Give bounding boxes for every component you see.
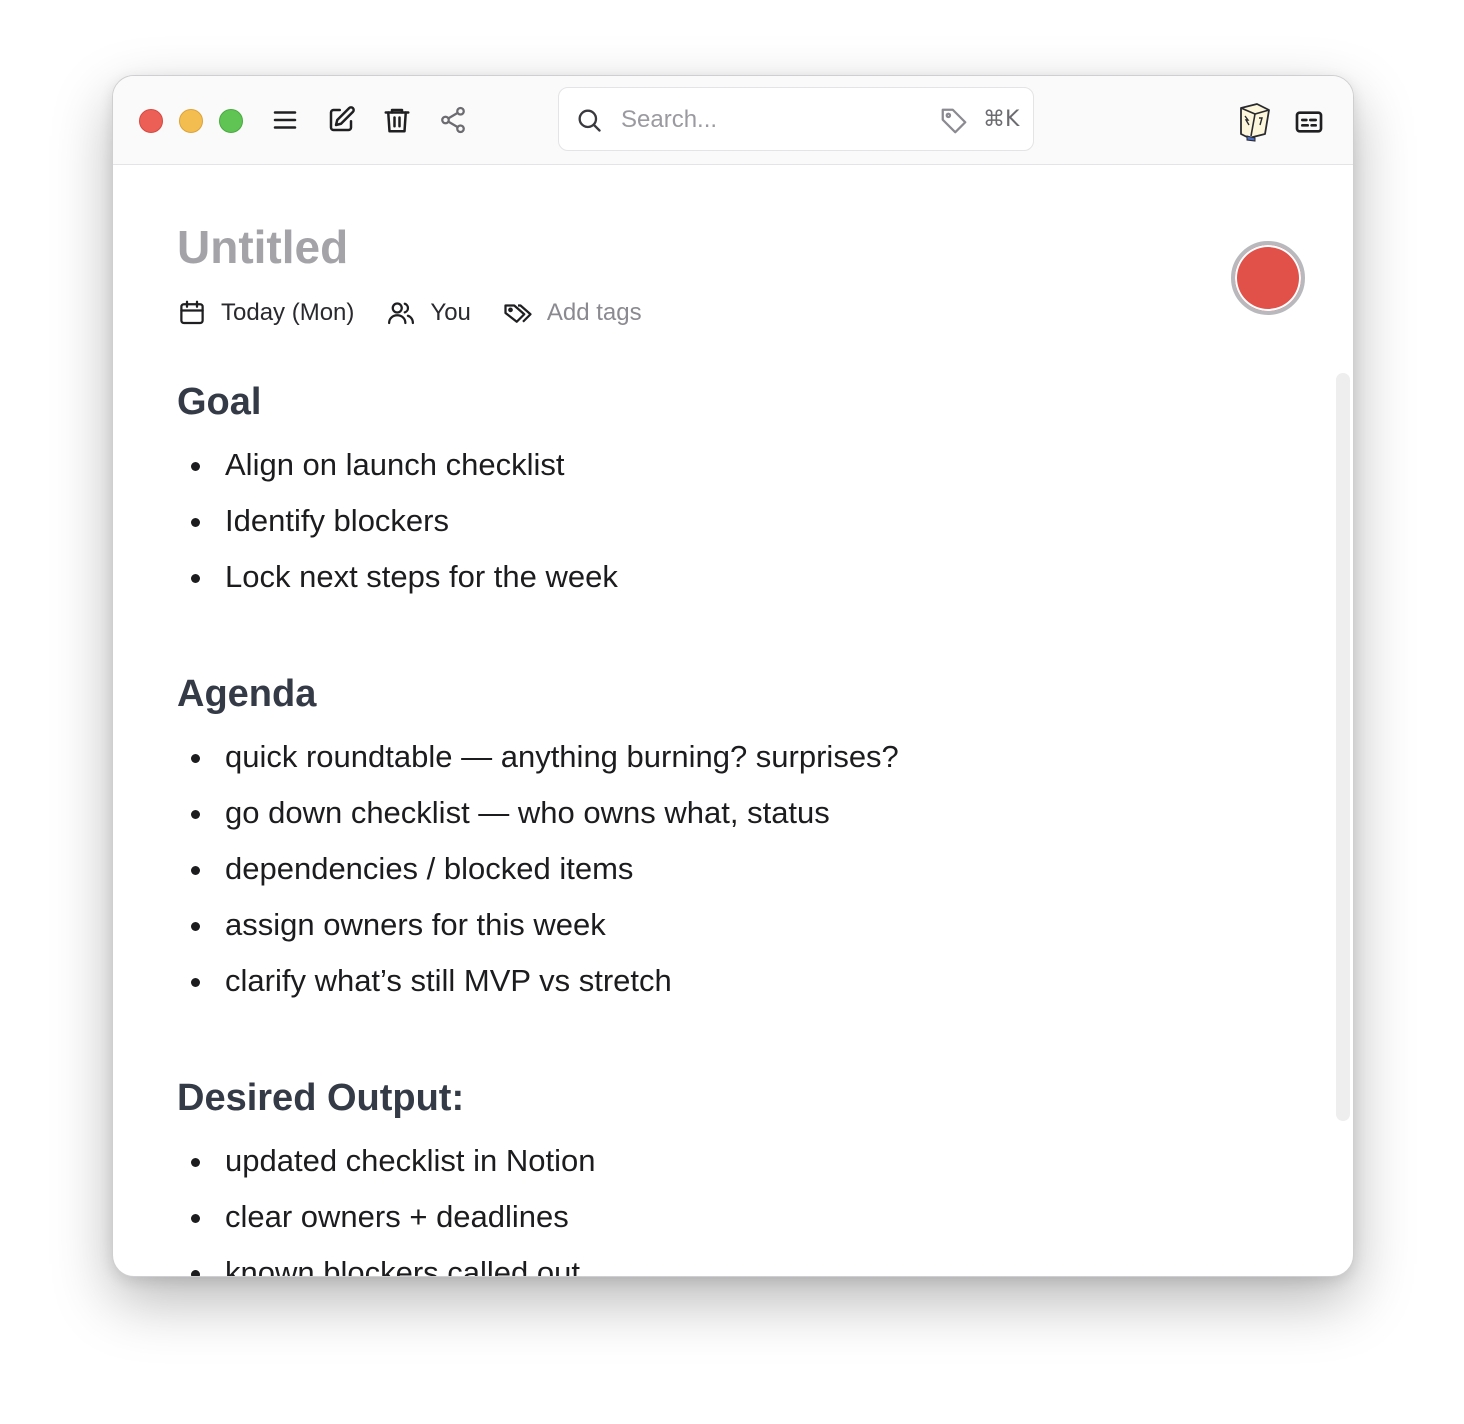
section-heading-goal: Goal bbox=[177, 381, 262, 423]
section-heading-desired-output: Desired Output: bbox=[177, 1077, 465, 1119]
add-tags-label: Add tags bbox=[546, 299, 642, 326]
list-item[interactable]: Lock next steps for the week bbox=[177, 549, 618, 605]
tags-meta[interactable]: Add tags bbox=[503, 298, 642, 328]
toolbar: ⌘K bbox=[113, 76, 1353, 165]
date-label: Today (Mon) bbox=[221, 299, 355, 326]
date-meta[interactable]: Today (Mon) bbox=[177, 298, 354, 328]
note-meta: Today (Mon) You Add tags bbox=[177, 293, 674, 333]
list-item[interactable]: clarify what’s still MVP vs stretch bbox=[177, 953, 899, 1009]
minimize-window-button[interactable] bbox=[179, 109, 203, 133]
record-button[interactable] bbox=[1231, 241, 1305, 315]
list-item[interactable]: quick roundtable — anything burning? sur… bbox=[177, 729, 899, 785]
note-title[interactable]: Untitled bbox=[177, 217, 348, 277]
list-item[interactable]: dependencies / blocked items bbox=[177, 841, 899, 897]
people-icon bbox=[388, 302, 415, 325]
list-item[interactable]: Align on launch checklist bbox=[177, 437, 618, 493]
search-input[interactable] bbox=[619, 102, 923, 138]
list-item[interactable]: Identify blockers bbox=[177, 493, 618, 549]
goal-list: Align on launch checklist Identify block… bbox=[177, 437, 618, 605]
search-shortcut: ⌘K bbox=[983, 107, 1020, 132]
book-icon[interactable] bbox=[1233, 100, 1275, 147]
list-item[interactable]: assign owners for this week bbox=[177, 897, 899, 953]
menu-icon[interactable] bbox=[267, 102, 303, 138]
people-meta[interactable]: You bbox=[386, 298, 471, 328]
agenda-list: quick roundtable — anything burning? sur… bbox=[177, 729, 899, 1009]
calendar-icon bbox=[180, 300, 204, 325]
list-item[interactable]: go down checklist — who owns what, statu… bbox=[177, 785, 899, 841]
list-item[interactable]: clear owners + deadlines bbox=[177, 1189, 596, 1245]
list-item[interactable]: known blockers called out bbox=[177, 1245, 596, 1276]
tag-icon[interactable] bbox=[939, 106, 969, 136]
tags-icon bbox=[504, 304, 532, 323]
scrollbar[interactable] bbox=[1336, 373, 1350, 1121]
list-item[interactable]: updated checklist in Notion bbox=[177, 1133, 596, 1189]
note-editor[interactable]: Untitled Today (Mon) You Add tags Goal A… bbox=[113, 165, 1353, 1276]
trash-icon[interactable] bbox=[379, 102, 415, 138]
search-bar[interactable]: ⌘K bbox=[558, 87, 1034, 151]
card-icon[interactable] bbox=[1293, 106, 1325, 143]
people-label: You bbox=[430, 299, 471, 326]
desired-output-list: updated checklist in Notion clear owners… bbox=[177, 1133, 596, 1276]
search-icon bbox=[578, 109, 601, 132]
share-icon[interactable] bbox=[435, 102, 471, 138]
close-window-button[interactable] bbox=[139, 109, 163, 133]
zoom-window-button[interactable] bbox=[219, 109, 243, 133]
compose-icon[interactable] bbox=[323, 102, 359, 138]
section-heading-agenda: Agenda bbox=[177, 673, 317, 715]
app-window: ⌘K Untitled bbox=[112, 75, 1354, 1277]
